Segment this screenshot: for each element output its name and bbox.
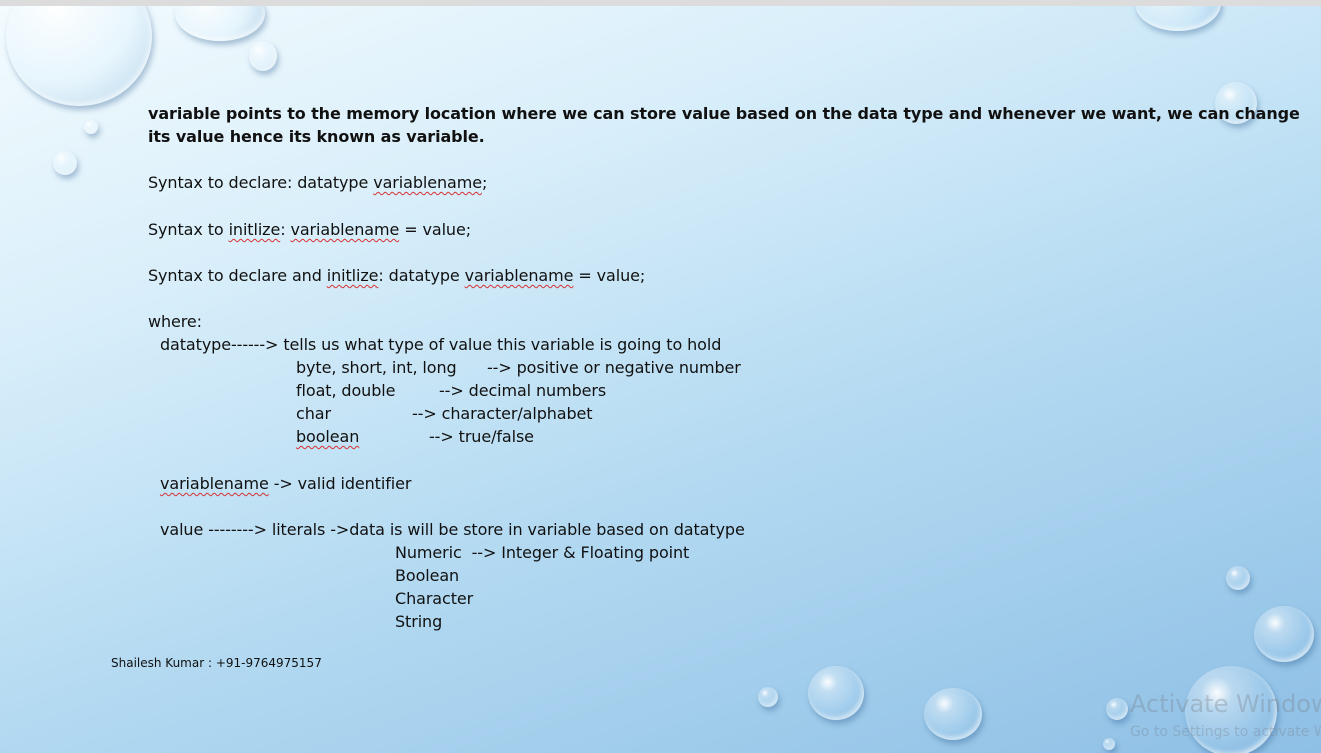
where-label: where:	[148, 312, 202, 331]
datatype-row-types: byte, short, int, long	[296, 358, 457, 377]
intro-text-line-2: its value hence its known as variable.	[148, 127, 485, 146]
datatype-row-types: float, double	[296, 381, 396, 400]
water-drop-decoration	[249, 41, 277, 71]
value-item: Character	[395, 589, 474, 608]
water-drop-decoration	[84, 120, 98, 134]
footer-author: Shailesh Kumar : +91-9764975157	[111, 656, 322, 670]
syntax-both-suffix: = value;	[573, 266, 646, 285]
syntax-both-mid: : datatype	[378, 266, 465, 285]
syntax-init-mid: :	[280, 220, 291, 239]
water-drop-decoration	[1103, 738, 1115, 750]
water-drop-decoration	[808, 666, 864, 720]
water-drop-decoration	[1135, 6, 1221, 31]
variablename-suffix: -> valid identifier	[268, 474, 412, 493]
intro-text-line-1: variable points to the memory location w…	[148, 104, 1300, 123]
activate-windows-watermark: Activate Windows	[1130, 690, 1321, 718]
datatype-heading: datatype------> tells us what type of va…	[160, 335, 722, 354]
syntax-init-line: Syntax to initlize: variablename = value…	[148, 219, 471, 241]
syntax-init-suffix: = value;	[399, 220, 471, 239]
syntax-declare-suffix: ;	[481, 173, 488, 192]
water-drop-decoration	[53, 151, 77, 175]
slide-canvas: variable points to the memory location w…	[0, 6, 1321, 753]
water-drop-decoration	[1106, 698, 1128, 720]
spellcheck-word: initlize	[228, 220, 281, 239]
water-drop-decoration	[758, 687, 778, 707]
activate-windows-subtext: Go to Settings to activate Windows.	[1130, 724, 1321, 740]
syntax-init-prefix: Syntax to	[148, 220, 229, 239]
spellcheck-word: variablename	[160, 474, 269, 493]
datatype-row-arrow: --> character/alphabet	[412, 404, 593, 423]
water-drop-decoration	[175, 6, 265, 41]
datatype-row-types: char	[296, 404, 331, 423]
spellcheck-word: variablename	[464, 266, 574, 285]
spellcheck-word: initlize	[326, 266, 379, 285]
syntax-declare-prefix: Syntax to declare: datatype	[148, 173, 374, 192]
datatype-row-arrow: --> positive or negative number	[482, 358, 741, 377]
datatype-row-arrow: --> decimal numbers	[439, 381, 607, 400]
spellcheck-word: variablename	[290, 220, 400, 239]
spellcheck-word: variablename	[373, 173, 482, 192]
water-drop-decoration	[1254, 606, 1314, 662]
value-item: String	[395, 612, 443, 631]
variablename-line: variablename -> valid identifier	[160, 473, 411, 495]
water-drop-decoration	[924, 688, 982, 740]
datatype-row-types: boolean	[296, 427, 360, 446]
water-drop-decoration	[1226, 566, 1250, 590]
datatype-row-arrow: --> true/false	[429, 427, 534, 446]
value-heading: value --------> literals ->data is will …	[160, 520, 745, 539]
syntax-both-prefix: Syntax to declare and	[148, 266, 327, 285]
water-drop-decoration	[6, 6, 152, 106]
syntax-both-line: Syntax to declare and initlize: datatype…	[148, 265, 645, 287]
syntax-declare-line: Syntax to declare: datatype variablename…	[148, 172, 487, 194]
value-item: Numeric --> Integer & Floating point	[395, 543, 690, 562]
value-item: Boolean	[395, 566, 460, 585]
